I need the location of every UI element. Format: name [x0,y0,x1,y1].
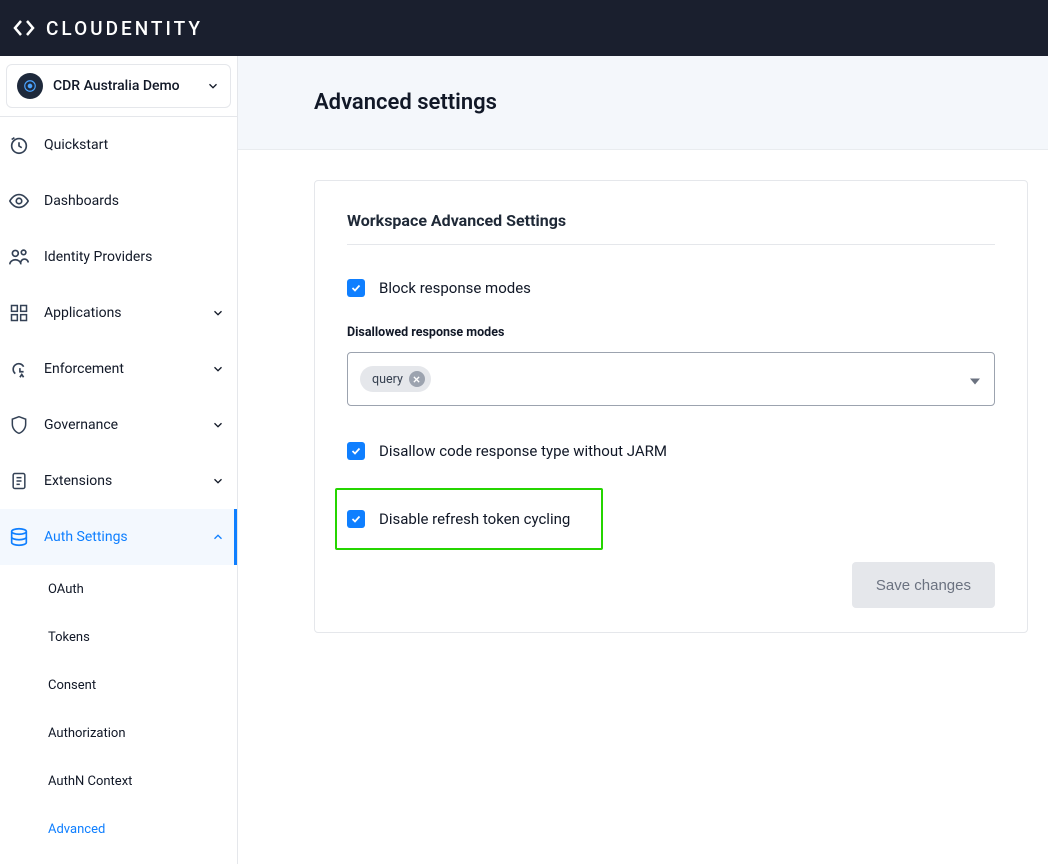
nav-governance[interactable]: Governance [0,397,237,453]
main: Advanced settings Workspace Advanced Set… [238,56,1048,864]
row-block-response-modes: Block response modes [347,279,995,297]
subnav-oauth[interactable]: OAuth [0,565,237,613]
chevron-down-icon [206,79,220,93]
nav-label: Dashboards [44,193,225,209]
nav-quickstart[interactable]: Quickstart [0,117,237,173]
nav-extensions[interactable]: Extensions [0,453,237,509]
subnav-tokens[interactable]: Tokens [0,613,237,661]
nav-label: Identity Providers [44,249,225,265]
page-header: Advanced settings [238,56,1048,150]
chip-label: query [372,372,403,387]
nav-dashboards[interactable]: Dashboards [0,173,237,229]
quickstart-icon [8,134,30,156]
sidebar: CDR Australia Demo Quickstart Dashboards [0,56,238,864]
nav-label: Quickstart [44,137,225,153]
dropdown-caret-icon [970,370,980,389]
database-icon [8,526,30,548]
enforcement-icon [8,358,30,380]
page-title: Advanced settings [314,90,1048,115]
nav-identity-providers[interactable]: Identity Providers [0,229,237,285]
subnav-authorization[interactable]: Authorization [0,709,237,757]
chevron-up-icon [211,530,225,544]
auth-settings-subnav: OAuth Tokens Consent Authorization AuthN… [0,565,237,853]
applications-icon [8,302,30,324]
nav-label: Governance [44,417,197,433]
checkbox-disallow-jarm[interactable] [347,442,365,460]
checkbox-disable-refresh[interactable] [347,510,365,528]
label-disable-refresh: Disable refresh token cycling [379,510,570,528]
save-row: Save changes [347,562,995,608]
subnav-advanced[interactable]: Advanced [0,805,237,853]
highlight-disable-refresh: Disable refresh token cycling [335,488,603,550]
checkbox-block-response-modes[interactable] [347,279,365,297]
topbar: CLOUDENTITY [0,0,1048,56]
subnav-authn-context[interactable]: AuthN Context [0,757,237,805]
nav-label: Enforcement [44,361,197,377]
card-title: Workspace Advanced Settings [347,211,995,245]
nav-label: Applications [44,305,197,321]
label-disallow-jarm: Disallow code response type without JARM [379,442,667,460]
label-block-response-modes: Block response modes [379,279,531,297]
brand-logo: CLOUDENTITY [12,16,203,40]
chip-query: query [360,366,431,392]
chevron-down-icon [211,474,225,488]
nav: Quickstart Dashboards Identity Providers… [0,116,237,853]
save-changes-button[interactable]: Save changes [852,562,995,608]
extensions-icon [8,470,30,492]
label-disallowed-modes: Disallowed response modes [347,325,995,340]
nav-applications[interactable]: Applications [0,285,237,341]
disallowed-response-modes-select[interactable]: query [347,352,995,406]
shield-icon [8,414,30,436]
nav-label: Auth Settings [44,529,197,545]
chevron-down-icon [211,306,225,320]
workspace-icon [17,73,43,99]
nav-enforcement[interactable]: Enforcement [0,341,237,397]
workspace-name: CDR Australia Demo [53,78,196,94]
logo-icon [12,16,36,40]
workspace-selector[interactable]: CDR Australia Demo [6,64,231,108]
settings-card: Workspace Advanced Settings Block respon… [314,180,1028,633]
nav-label: Extensions [44,473,197,489]
dashboards-icon [8,190,30,212]
chevron-down-icon [211,418,225,432]
chevron-down-icon [211,362,225,376]
row-disallow-jarm: Disallow code response type without JARM [347,442,995,460]
identity-icon [8,246,30,268]
nav-auth-settings[interactable]: Auth Settings [0,509,237,565]
row-disable-refresh: Disable refresh token cycling [347,510,591,528]
chip-remove-icon[interactable] [409,371,425,387]
brand-text: CLOUDENTITY [46,17,203,40]
subnav-consent[interactable]: Consent [0,661,237,709]
content-area: Workspace Advanced Settings Block respon… [238,150,1048,864]
